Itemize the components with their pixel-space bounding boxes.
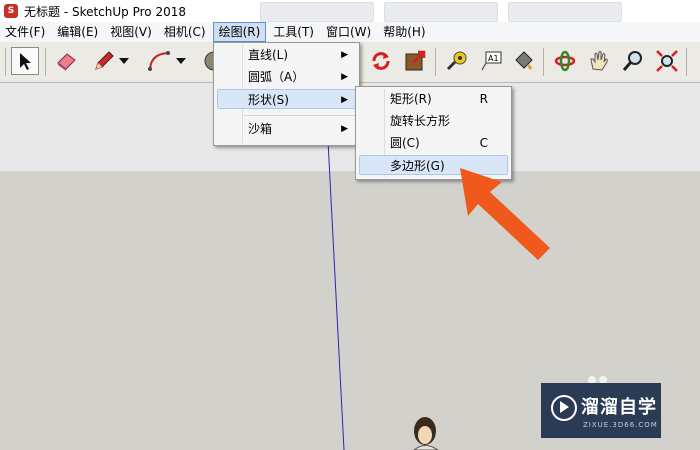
watermark-logo: 溜溜自学 ZIXUE.3D66.COM xyxy=(541,383,661,438)
pencil-icon xyxy=(95,51,114,70)
menu-camera[interactable]: 相机(C) xyxy=(159,23,211,41)
menu-item-label: 矩形(R) xyxy=(390,92,432,106)
zoom-tool-button[interactable] xyxy=(619,47,647,75)
pan-hand-icon xyxy=(590,51,608,71)
zoom-icon xyxy=(622,51,642,71)
menu-item-label: 旋转长方形 xyxy=(390,114,451,128)
title-bar: S 无标题 - SketchUp Pro 2018 xyxy=(0,0,700,23)
sketchup-app-icon: S xyxy=(4,4,18,18)
menu-bar: 文件(F) 编辑(E) 视图(V) 相机(C) 绘图(R) 工具(T) 窗口(W… xyxy=(0,22,700,42)
text-label-icon: A1 xyxy=(481,51,502,71)
shapes-item-rectangle[interactable]: 矩形(R) R xyxy=(359,89,508,109)
orbit-tool-button[interactable] xyxy=(367,47,395,75)
toolbar-separator xyxy=(543,48,544,76)
paint-bucket-icon xyxy=(515,51,533,70)
select-arrow-icon xyxy=(20,53,31,70)
submenu-arrow-icon: ▶ xyxy=(341,50,348,60)
svg-text:A1: A1 xyxy=(488,54,499,63)
scale-icon xyxy=(405,50,426,71)
eraser-tool-button[interactable] xyxy=(52,47,80,75)
draw-menu-item-sandbox[interactable]: 沙箱 ▶ xyxy=(217,119,356,139)
menu-help[interactable]: 帮助(H) xyxy=(378,23,430,41)
tape-measure-icon xyxy=(446,51,467,71)
zoom-extents-icon xyxy=(656,50,678,72)
toolbar-separator xyxy=(45,48,46,76)
background-tab[interactable] xyxy=(260,2,374,22)
arc-dropdown[interactable] xyxy=(173,47,189,75)
menu-separator xyxy=(244,115,356,116)
menu-item-shortcut: R xyxy=(479,92,488,106)
menu-item-label: 沙箱 xyxy=(248,122,273,136)
scale-tool-button[interactable] xyxy=(401,47,429,75)
menu-item-label: 直线(L) xyxy=(248,48,289,62)
submenu-arrow-icon: ▶ xyxy=(341,124,348,134)
menu-draw[interactable]: 绘图(R) xyxy=(212,22,267,42)
menu-item-label: 多边形(G) xyxy=(390,159,445,173)
submenu-arrow-icon: ▶ xyxy=(341,95,348,105)
menu-item-shortcut: C xyxy=(479,136,488,150)
draw-menu-item-line[interactable]: 直线(L) ▶ xyxy=(217,45,356,65)
window-title: 无标题 - SketchUp Pro 2018 xyxy=(24,4,186,19)
shapes-item-rotated-rectangle[interactable]: 旋转长方形 xyxy=(359,111,508,131)
toolbar-separator xyxy=(686,48,687,76)
draw-menu-item-shapes[interactable]: 形状(S) ▶ xyxy=(217,89,356,109)
pencil-tool-button[interactable] xyxy=(90,47,118,75)
toolbar-separator xyxy=(435,48,436,76)
toolbar-grip xyxy=(5,48,6,76)
orbit-icon xyxy=(372,52,390,70)
menu-file[interactable]: 文件(F) xyxy=(0,23,50,41)
select-tool-button[interactable] xyxy=(11,47,39,75)
watermark-url: ZIXUE.3D66.COM xyxy=(583,421,658,429)
shapes-item-circle[interactable]: 圆(C) C xyxy=(359,133,508,153)
text-tool-button[interactable]: A1 xyxy=(477,47,505,75)
chevron-down-icon xyxy=(119,58,129,64)
pencil-dropdown[interactable] xyxy=(116,47,132,75)
tape-measure-tool-button[interactable] xyxy=(443,47,471,75)
background-tab[interactable] xyxy=(384,2,498,22)
rotate-icon xyxy=(554,50,576,72)
draw-menu-item-arc[interactable]: 圆弧（A） ▶ xyxy=(217,67,356,87)
person-figure xyxy=(413,417,439,450)
arc-icon xyxy=(148,51,170,71)
arc-tool-button[interactable] xyxy=(145,47,173,75)
pointer-arrow-icon xyxy=(460,168,550,260)
pan-tool-button[interactable] xyxy=(585,47,613,75)
chevron-down-icon xyxy=(176,58,186,64)
background-tab[interactable] xyxy=(508,2,622,22)
watermark-brand: 溜溜自学 xyxy=(581,397,657,418)
submenu-arrow-icon: ▶ xyxy=(341,72,348,82)
orbit-view-button[interactable] xyxy=(551,47,579,75)
play-triangle-icon xyxy=(560,401,569,413)
background-taskbar-tabs xyxy=(260,2,622,22)
menu-edit[interactable]: 编辑(E) xyxy=(52,23,103,41)
menu-item-label: 圆弧（A） xyxy=(248,70,305,84)
menu-tools[interactable]: 工具(T) xyxy=(268,23,319,41)
menu-item-label: 圆(C) xyxy=(390,136,420,150)
menu-item-label: 形状(S) xyxy=(248,93,289,107)
menu-window[interactable]: 窗口(W) xyxy=(321,23,376,41)
menu-view[interactable]: 视图(V) xyxy=(105,23,157,41)
eraser-icon xyxy=(57,53,76,71)
paint-bucket-tool-button[interactable] xyxy=(509,47,537,75)
zoom-extents-tool-button[interactable] xyxy=(653,47,681,75)
draw-menu-dropdown: 直线(L) ▶ 圆弧（A） ▶ 形状(S) ▶ 沙箱 ▶ xyxy=(213,42,360,146)
